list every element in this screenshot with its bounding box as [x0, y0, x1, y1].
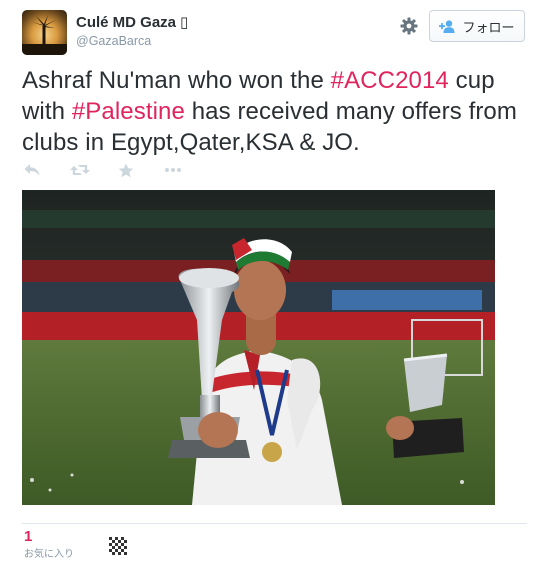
hashtag-link-acc2014[interactable]: #ACC2014	[331, 67, 449, 94]
display-name-text[interactable]: Culé MD Gaza	[76, 14, 176, 31]
reply-icon[interactable]	[24, 163, 40, 182]
favorites-label[interactable]: お気に入り	[24, 545, 74, 560]
display-name[interactable]: Culé MD Gaza ▯	[76, 13, 188, 31]
tweet-text: Ashraf Nu'man who won the #ACC2014 cup w…	[22, 65, 532, 158]
follow-button[interactable]: フォロー	[429, 10, 525, 42]
screen-name[interactable]: @GazaBarca	[76, 34, 151, 48]
gear-icon[interactable]	[400, 17, 418, 35]
favorites-count[interactable]: 1	[24, 528, 32, 545]
favoriter-avatar[interactable]	[107, 535, 129, 557]
follow-button-label: フォロー	[462, 19, 515, 35]
tweet-text-segment: Ashraf Nu'man who won the	[22, 67, 331, 94]
name-suffix-glyph: ▯	[180, 14, 189, 31]
divider	[22, 523, 527, 524]
more-icon[interactable]	[164, 163, 182, 182]
tweet-photo[interactable]	[22, 190, 495, 505]
avatar[interactable]	[22, 10, 67, 55]
add-user-icon	[439, 19, 455, 33]
hashtag-link-palestine[interactable]: #Palestine	[72, 98, 185, 125]
favorite-icon[interactable]	[118, 163, 134, 183]
tweet-header: Culé MD Gaza ▯ @GazaBarca フォロー	[22, 10, 527, 56]
retweet-icon[interactable]	[70, 163, 90, 182]
